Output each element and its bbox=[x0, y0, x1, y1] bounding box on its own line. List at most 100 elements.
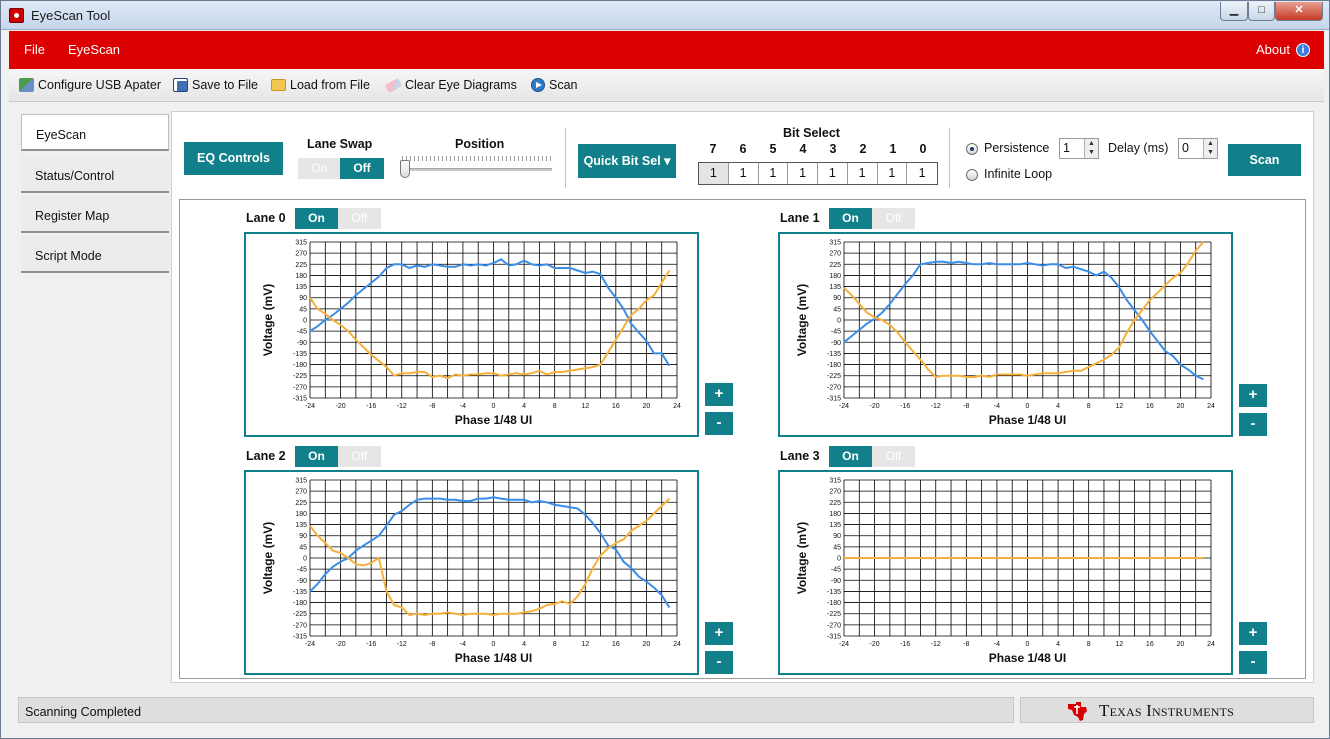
clear-eye-diagrams-button[interactable]: Clear Eye Diagrams bbox=[384, 77, 517, 93]
y-axis-label: Voltage (mV) bbox=[261, 284, 275, 356]
quick-bit-sel-button[interactable]: Quick Bit Sel ▾ bbox=[578, 144, 676, 178]
lane-2-off-toggle[interactable]: Off bbox=[338, 446, 381, 467]
y-tick-label: -315 bbox=[293, 396, 307, 403]
bit-cell-5[interactable]: 1 bbox=[758, 163, 789, 184]
lane-0-off-toggle[interactable]: Off bbox=[338, 208, 381, 229]
spinner-arrows[interactable]: ▲ ▼ bbox=[1084, 139, 1098, 158]
usb-adapter-icon bbox=[19, 78, 34, 92]
lane-3-zoom-in-button[interactable]: + bbox=[1239, 622, 1267, 645]
load-label: Load from File bbox=[290, 78, 370, 92]
lane-3-on-toggle[interactable]: On bbox=[829, 446, 872, 467]
lane-2-on-toggle[interactable]: On bbox=[295, 446, 338, 467]
brand-bar: Texas Instruments bbox=[1020, 697, 1314, 723]
x-tick-label: 0 bbox=[492, 641, 496, 648]
lane-1-off-toggle[interactable]: Off bbox=[872, 208, 915, 229]
lane-2-zoom-in-button[interactable]: + bbox=[705, 622, 733, 645]
y-tick-label: 180 bbox=[829, 273, 841, 280]
lane-2-zoom-out-button[interactable]: - bbox=[705, 651, 733, 674]
about-link[interactable]: About i bbox=[1256, 42, 1310, 57]
x-tick-label: -12 bbox=[931, 403, 941, 410]
persistence-value: 1 bbox=[1063, 141, 1070, 155]
bit-cell-2[interactable]: 1 bbox=[847, 163, 878, 184]
bit-cell-0[interactable]: 1 bbox=[907, 163, 937, 184]
position-slider[interactable] bbox=[402, 168, 552, 171]
lane-1-zoom-in-button[interactable]: + bbox=[1239, 384, 1267, 407]
x-tick-label: 8 bbox=[1087, 641, 1091, 648]
lane-1-on-toggle[interactable]: On bbox=[829, 208, 872, 229]
x-tick-label: 24 bbox=[1207, 641, 1215, 648]
lane-swap-label: Lane Swap bbox=[307, 137, 373, 151]
y-axis-label: Voltage (mV) bbox=[795, 522, 809, 594]
lane-swap-off-toggle[interactable]: Off bbox=[340, 158, 384, 179]
y-tick-label: -45 bbox=[831, 329, 841, 336]
close-button[interactable]: ✕ bbox=[1275, 2, 1323, 21]
x-tick-label: 4 bbox=[522, 403, 526, 410]
bit-label: 2 bbox=[859, 142, 867, 156]
lane-0-on-toggle[interactable]: On bbox=[295, 208, 338, 229]
maximize-button[interactable]: □ bbox=[1248, 2, 1275, 21]
separator bbox=[565, 128, 566, 188]
bit-cell-6[interactable]: 1 bbox=[728, 163, 759, 184]
lane-swap-on-toggle[interactable]: On bbox=[298, 158, 340, 179]
nav-register-map[interactable]: Register Map bbox=[21, 196, 169, 233]
y-tick-label: 270 bbox=[295, 489, 307, 496]
bit-cell-1[interactable]: 1 bbox=[877, 163, 908, 184]
bit-label: 1 bbox=[889, 142, 897, 156]
y-tick-label: -45 bbox=[297, 329, 307, 336]
y-tick-label: 0 bbox=[837, 318, 841, 325]
lane-1-zoom-out-button[interactable]: - bbox=[1239, 413, 1267, 436]
x-tick-label: -8 bbox=[963, 403, 969, 410]
y-axis-label: Voltage (mV) bbox=[795, 284, 809, 356]
x-axis-label: Phase 1/48 UI bbox=[455, 413, 532, 427]
app-window: EyeScan Tool ▁ □ ✕ File EyeScan About i … bbox=[0, 0, 1330, 739]
persistence-spinner[interactable]: 1 ▲ ▼ bbox=[1059, 138, 1099, 159]
x-tick-label: 20 bbox=[643, 403, 651, 410]
bit-label: 7 bbox=[709, 142, 717, 156]
x-tick-label: 20 bbox=[1177, 641, 1185, 648]
scan-button[interactable]: Scan bbox=[1228, 144, 1301, 176]
x-tick-label: 24 bbox=[1207, 403, 1215, 410]
y-tick-label: 135 bbox=[829, 522, 841, 529]
menu-file[interactable]: File bbox=[24, 42, 45, 57]
spinner-arrows[interactable]: ▲ ▼ bbox=[1203, 139, 1217, 158]
separator bbox=[949, 128, 950, 188]
position-label: Position bbox=[455, 137, 505, 151]
eq-controls-button[interactable]: EQ Controls bbox=[184, 142, 283, 175]
y-tick-label: 180 bbox=[295, 511, 307, 518]
save-to-file-button[interactable]: Save to File bbox=[173, 78, 258, 92]
y-tick-label: 180 bbox=[829, 511, 841, 518]
y-tick-label: 135 bbox=[829, 284, 841, 291]
bit-select-label: Bit Select bbox=[783, 126, 840, 140]
scan-toolbar-button[interactable]: Scan bbox=[531, 78, 578, 92]
bit-cell-7[interactable]: 1 bbox=[699, 163, 729, 184]
y-tick-label: -270 bbox=[293, 384, 307, 391]
infinite-loop-radio[interactable] bbox=[966, 169, 978, 181]
bit-cell-3[interactable]: 1 bbox=[818, 163, 848, 184]
minimize-button[interactable]: ▁ bbox=[1220, 2, 1248, 21]
configure-usb-button[interactable]: Configure USB Apater bbox=[19, 78, 161, 92]
x-axis-label: Phase 1/48 UI bbox=[455, 651, 532, 665]
x-tick-label: 16 bbox=[1146, 403, 1154, 410]
nav-status-control[interactable]: Status/Control bbox=[21, 156, 169, 193]
nav-script-mode[interactable]: Script Mode bbox=[21, 236, 169, 273]
load-from-file-button[interactable]: Load from File bbox=[271, 78, 370, 92]
persistence-radio[interactable] bbox=[966, 143, 978, 155]
menu-eyescan[interactable]: EyeScan bbox=[68, 42, 120, 57]
bit-cell-4[interactable]: 1 bbox=[788, 163, 818, 184]
delay-spinner[interactable]: 0 ▲ ▼ bbox=[1178, 138, 1218, 159]
nav-eyescan[interactable]: EyeScan bbox=[21, 114, 169, 151]
y-tick-label: -135 bbox=[827, 589, 841, 596]
x-tick-label: -8 bbox=[429, 403, 435, 410]
x-tick-label: 0 bbox=[1026, 403, 1030, 410]
lane-0-zoom-out-button[interactable]: - bbox=[705, 412, 733, 435]
lane-3-off-toggle[interactable]: Off bbox=[872, 446, 915, 467]
x-tick-label: 12 bbox=[581, 641, 589, 648]
lane-3-zoom-out-button[interactable]: - bbox=[1239, 651, 1267, 674]
lane-0-zoom-in-button[interactable]: + bbox=[705, 383, 733, 406]
x-axis-label: Phase 1/48 UI bbox=[989, 413, 1066, 427]
configure-usb-label: Configure USB Apater bbox=[38, 78, 161, 92]
position-slider-thumb[interactable] bbox=[400, 160, 410, 178]
y-tick-label: 225 bbox=[829, 500, 841, 507]
y-tick-label: 90 bbox=[299, 295, 307, 302]
lane-2-plot: 315 270 225 180 135 90 45 0 -45 -90 -135 -180 -225 -2… bbox=[261, 478, 681, 666]
